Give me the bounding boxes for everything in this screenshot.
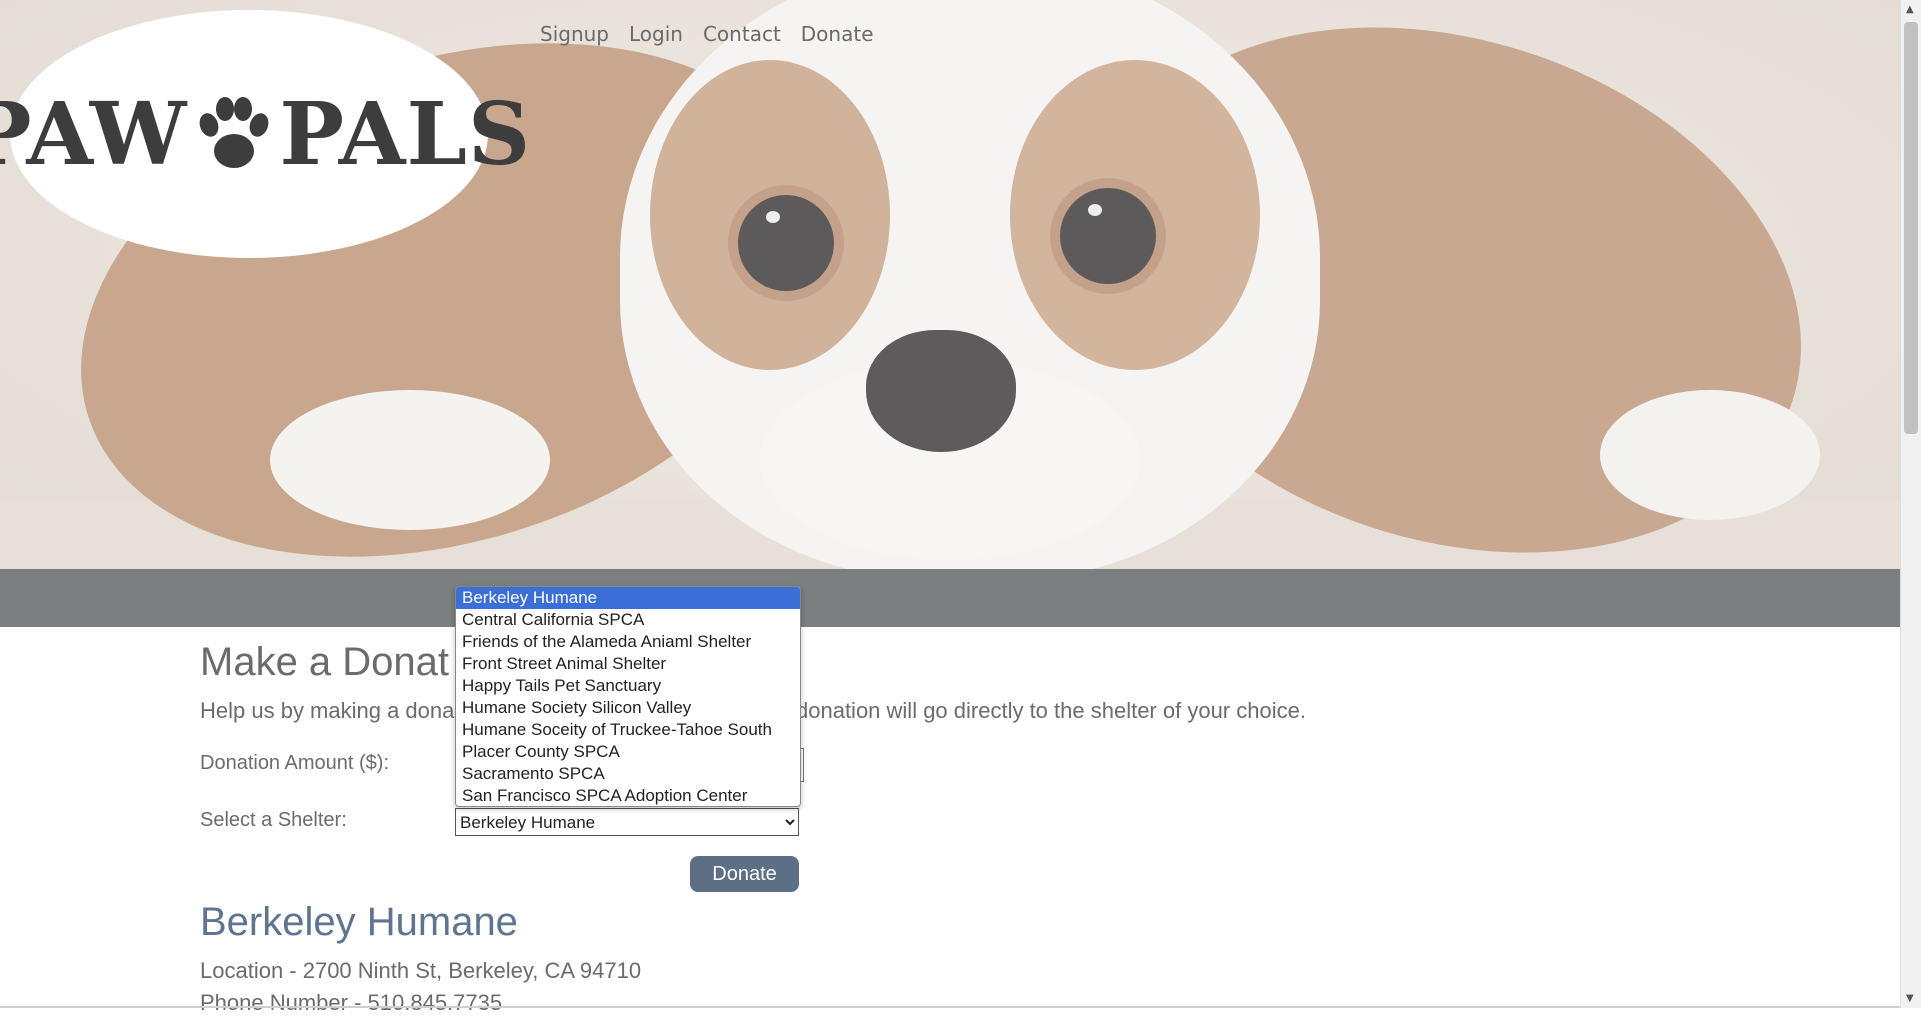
shelter-option[interactable]: Front Street Animal Shelter (456, 653, 800, 675)
shelter-option[interactable]: Placer County SPCA (456, 741, 800, 763)
shelter-option[interactable]: Berkeley Humane (456, 587, 800, 609)
nav-signup[interactable]: Signup (540, 22, 609, 46)
shelter-option[interactable]: Humane Soceity of Truckee-Tahoe South (456, 719, 800, 741)
page-title: Make a Donat (200, 640, 450, 684)
scroll-down-arrow-icon[interactable]: ▼ (1906, 993, 1914, 1004)
shelter-select-label: Select a Shelter: (200, 809, 347, 831)
shelter-option[interactable]: Happy Tails Pet Sanctuary (456, 675, 800, 697)
logo-text: PAW PALS (0, 84, 531, 185)
dog-eye-left (738, 195, 834, 291)
intro-text-tail: donation will go directly to the shelter… (796, 698, 1306, 723)
shelter-phone: Phone Number - 510.845.7735 (200, 990, 503, 1015)
shelter-option[interactable]: Central California SPCA (456, 609, 800, 631)
shelter-option[interactable]: Humane Society Silicon Valley (456, 697, 800, 719)
intro-text: Help us by making a dona (200, 698, 455, 723)
nav-contact[interactable]: Contact (703, 22, 781, 46)
dog-nose (866, 330, 1016, 452)
vertical-scrollbar[interactable]: ▲ ▼ (1900, 0, 1921, 1008)
logo-word-paw: PAW (0, 83, 188, 185)
shelter-select[interactable]: Berkeley Humane (455, 808, 799, 836)
shelter-option[interactable]: Sacramento SPCA (456, 763, 800, 785)
section-divider-band (0, 569, 1900, 627)
logo-word-pals: PALS (279, 83, 532, 185)
shelter-option[interactable]: Friends of the Alameda Aniaml Shelter (456, 631, 800, 653)
nav-donate[interactable]: Donate (801, 22, 874, 46)
paw-print-icon (199, 97, 269, 168)
shelter-name-heading: Berkeley Humane (200, 900, 518, 944)
dog-paw-right (1600, 390, 1820, 520)
logo[interactable]: PAW PALS (0, 10, 530, 258)
dog-eye-right (1060, 188, 1156, 284)
top-nav: Signup Login Contact Donate (540, 22, 874, 46)
dog-paw-left (270, 390, 550, 530)
shelter-option[interactable]: San Francisco SPCA Adoption Center (456, 785, 800, 806)
donate-button[interactable]: Donate (690, 856, 799, 892)
shelter-location: Location - 2700 Ninth St, Berkeley, CA 9… (200, 958, 642, 983)
scroll-up-arrow-icon[interactable]: ▲ (1906, 4, 1914, 15)
shelter-dropdown-list[interactable]: Berkeley Humane Central California SPCA … (455, 586, 801, 807)
nav-login[interactable]: Login (629, 22, 683, 46)
scrollbar-thumb[interactable] (1904, 22, 1918, 434)
donation-amount-label: Donation Amount ($): (200, 752, 389, 774)
